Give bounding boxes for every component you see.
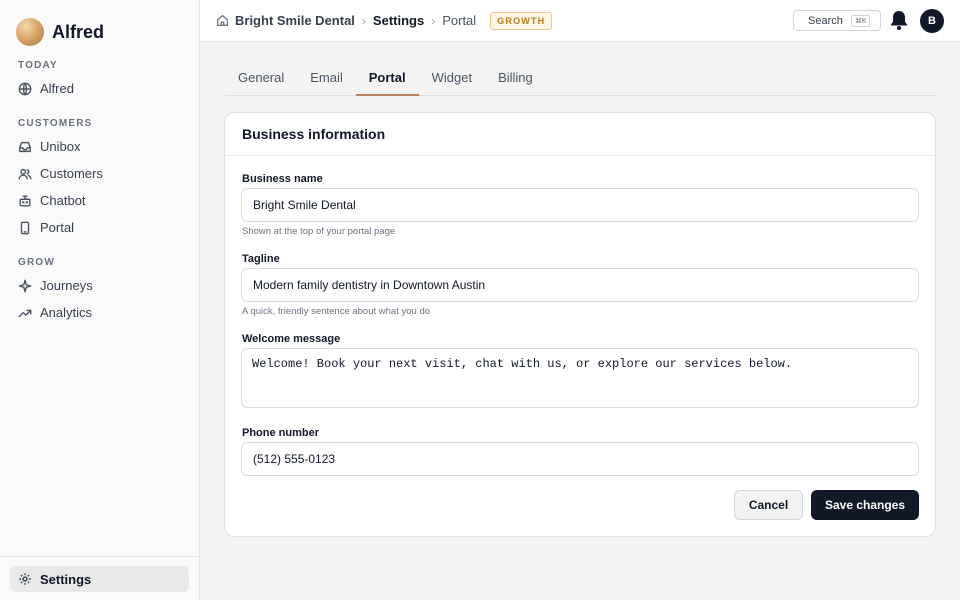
phone-number-label: Phone number <box>242 427 320 439</box>
sidebar: Alfred TODAY Alfred CUSTOMERS Unibox Cus… <box>0 0 200 600</box>
sidebar-item-alfred[interactable]: Alfred <box>0 75 199 102</box>
settings-tabs: General Email Portal Widget Billing <box>225 59 936 96</box>
topbar: Bright Smile Dental › Settings › Portal … <box>200 0 960 42</box>
sidebar-item-label: Alfred <box>40 81 74 96</box>
business-name-label: Business name <box>242 173 323 185</box>
sidebar-item-journeys[interactable]: Journeys <box>0 272 199 299</box>
sidebar-item-chatbot[interactable]: Chatbot <box>0 187 199 214</box>
search-label: Search <box>808 14 843 27</box>
breadcrumb-separator: › <box>431 13 436 28</box>
breadcrumb-business[interactable]: Bright Smile Dental <box>235 13 355 28</box>
gear-icon <box>19 573 31 585</box>
phone-icon <box>20 221 30 234</box>
breadcrumb-settings[interactable]: Settings <box>373 13 424 28</box>
trend-icon <box>18 309 32 317</box>
sidebar-item-label: Journeys <box>40 278 93 293</box>
section-header-grow: GROW <box>18 257 56 268</box>
globe-icon <box>18 82 32 95</box>
search-button[interactable]: Search ⌘K <box>793 10 881 31</box>
business-name-hint: Shown at the top of your portal page <box>242 226 396 237</box>
sidebar-item-label: Unibox <box>40 139 81 154</box>
section-header-today: TODAY <box>18 60 58 71</box>
tab-general[interactable]: General <box>225 59 297 96</box>
sidebar-footer: Settings <box>0 556 199 600</box>
sidebar-item-label: Analytics <box>40 305 93 320</box>
sidebar-item-portal[interactable]: Portal <box>0 214 199 241</box>
brand-name: Alfred <box>52 21 105 42</box>
sidebar-item-analytics[interactable]: Analytics <box>0 299 199 326</box>
breadcrumb-portal: Portal <box>442 13 477 28</box>
sidebar-item-customers[interactable]: Customers <box>0 160 199 187</box>
breadcrumb-separator: › <box>361 13 366 28</box>
phone-number-input[interactable] <box>241 442 919 476</box>
tab-email[interactable]: Email <box>297 59 356 96</box>
card-title: Business information <box>225 113 935 156</box>
tab-widget[interactable]: Widget <box>419 59 485 96</box>
tagline-input[interactable] <box>241 268 919 302</box>
sidebar-item-label: Customers <box>40 166 103 181</box>
tagline-label: Tagline <box>242 253 280 265</box>
brand[interactable]: Alfred <box>0 0 199 64</box>
breadcrumb: Bright Smile Dental › Settings › Portal … <box>216 11 553 30</box>
plan-badge: GROWTH <box>490 11 553 30</box>
sidebar-item-label: Portal <box>40 220 74 235</box>
tab-billing[interactable]: Billing <box>485 59 546 96</box>
tagline-hint: A quick, friendly sentence about what yo… <box>242 306 431 317</box>
welcome-message-textarea[interactable]: Welcome! Book your next visit, chat with… <box>241 348 919 408</box>
bell-icon[interactable] <box>889 9 909 31</box>
business-name-input[interactable] <box>241 188 919 222</box>
avatar[interactable]: B <box>920 9 944 33</box>
section-header-customers: CUSTOMERS <box>18 118 93 129</box>
inbox-icon <box>19 141 31 152</box>
welcome-message-label: Welcome message <box>242 333 341 345</box>
sidebar-item-unibox[interactable]: Unibox <box>0 133 199 160</box>
users-icon <box>18 168 32 180</box>
sidebar-item-label: Chatbot <box>40 193 86 208</box>
settings-label: Settings <box>40 571 92 587</box>
sparkle-icon <box>18 279 32 292</box>
sidebar-item-settings[interactable]: Settings <box>10 566 189 592</box>
business-info-card: Business information Business name Shown… <box>224 112 936 537</box>
cancel-button[interactable]: Cancel <box>734 490 803 520</box>
brand-logo <box>16 18 44 46</box>
search-shortcut: ⌘K <box>850 14 871 27</box>
save-changes-button[interactable]: Save changes <box>811 490 919 520</box>
bot-icon <box>19 194 31 207</box>
home-icon <box>216 14 229 27</box>
tab-portal[interactable]: Portal <box>355 59 419 96</box>
